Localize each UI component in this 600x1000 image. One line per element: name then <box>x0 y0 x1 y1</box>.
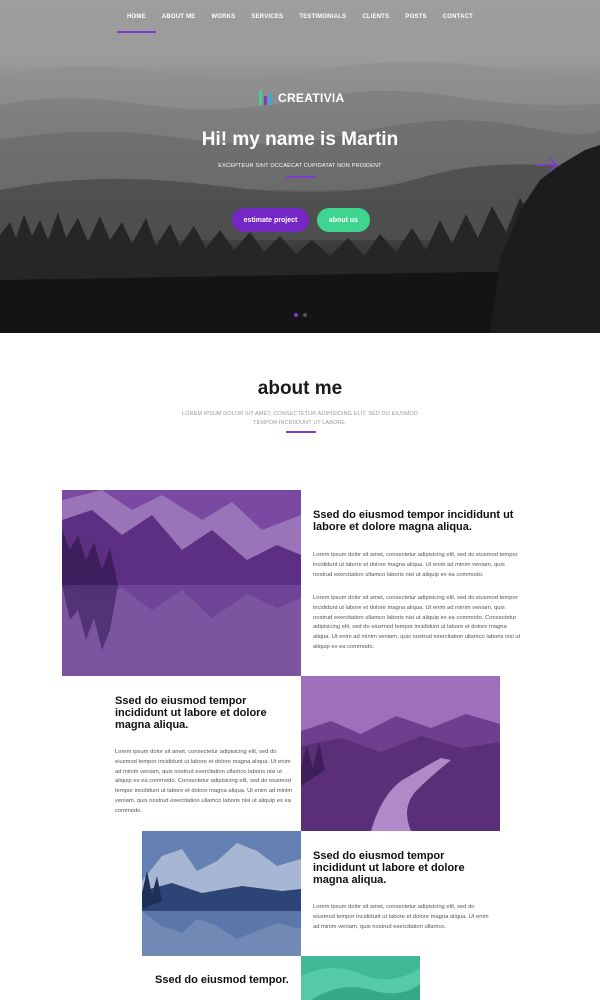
arrow-right-icon[interactable] <box>536 157 560 173</box>
block-3-text: Lorem ipsum dolor sit amet, consectetur … <box>313 904 489 930</box>
slider-dots <box>294 313 307 317</box>
logo-bars-icon <box>259 91 274 105</box>
about-divider <box>286 431 316 433</box>
hero-title: Hi! my name is Martin <box>201 129 399 150</box>
river-valley-photo <box>301 676 500 831</box>
block-2-title: Ssed do eiusmod tempor incididunt ut lab… <box>115 695 267 731</box>
nav-item-posts[interactable]: POSTS <box>397 12 434 34</box>
slider-dot-1[interactable] <box>294 313 298 317</box>
logo[interactable]: CREATIVIA <box>259 91 344 105</box>
nav-item-services[interactable]: SERVICES <box>243 12 291 34</box>
main-nav: HOME ABOUT ME WORKS SERVICES TESTIMONIAL… <box>0 12 600 34</box>
green-abstract-photo <box>301 956 420 1000</box>
yosemite-photo <box>142 831 301 956</box>
nav-item-home[interactable]: HOME <box>116 12 156 34</box>
nav-item-contact[interactable]: CONTACT <box>435 12 481 34</box>
block-1-text-1: Lorem ipsum dolor sit amet, consectetur … <box>313 552 518 578</box>
nav-item-works[interactable]: WORKS <box>203 12 243 34</box>
slider-dot-2[interactable] <box>303 313 307 317</box>
block-4-title: Ssed do eiusmod tempor. <box>155 974 289 986</box>
nav-item-about-me[interactable]: ABOUT ME <box>154 12 204 34</box>
about-subtitle: LOREM IPSUM DOLOR SIT AMET, CONSECTETUR … <box>182 411 418 426</box>
mountain-lake-photo <box>62 490 301 676</box>
block-1-text-2: Lorem ipsum dolor sit amet, consectetur … <box>313 595 521 650</box>
block-1-title: Ssed do eiusmod tempor incididunt ut lab… <box>313 509 514 533</box>
hero-subtitle: EXCEPTEUR SINT OCCAECAT CUPIDATAT NON PR… <box>218 163 382 169</box>
logo-text: CREATIVIA <box>278 91 345 105</box>
block-2-text: Lorem ipsum dolor sit amet, consectetur … <box>115 749 293 814</box>
hero-section: HOME ABOUT ME WORKS SERVICES TESTIMONIAL… <box>0 0 600 333</box>
nav-item-testimonials[interactable]: TESTIMONIALS <box>291 12 354 34</box>
about-us-button[interactable]: about us <box>317 208 370 232</box>
estimate-project-button[interactable]: estimate project <box>232 208 309 232</box>
nav-item-clients[interactable]: CLIENTS <box>354 12 397 34</box>
about-title: about me <box>257 378 343 399</box>
hero-divider <box>286 176 316 178</box>
block-3-title: Ssed do eiusmod tempor incididunt ut lab… <box>313 850 465 886</box>
